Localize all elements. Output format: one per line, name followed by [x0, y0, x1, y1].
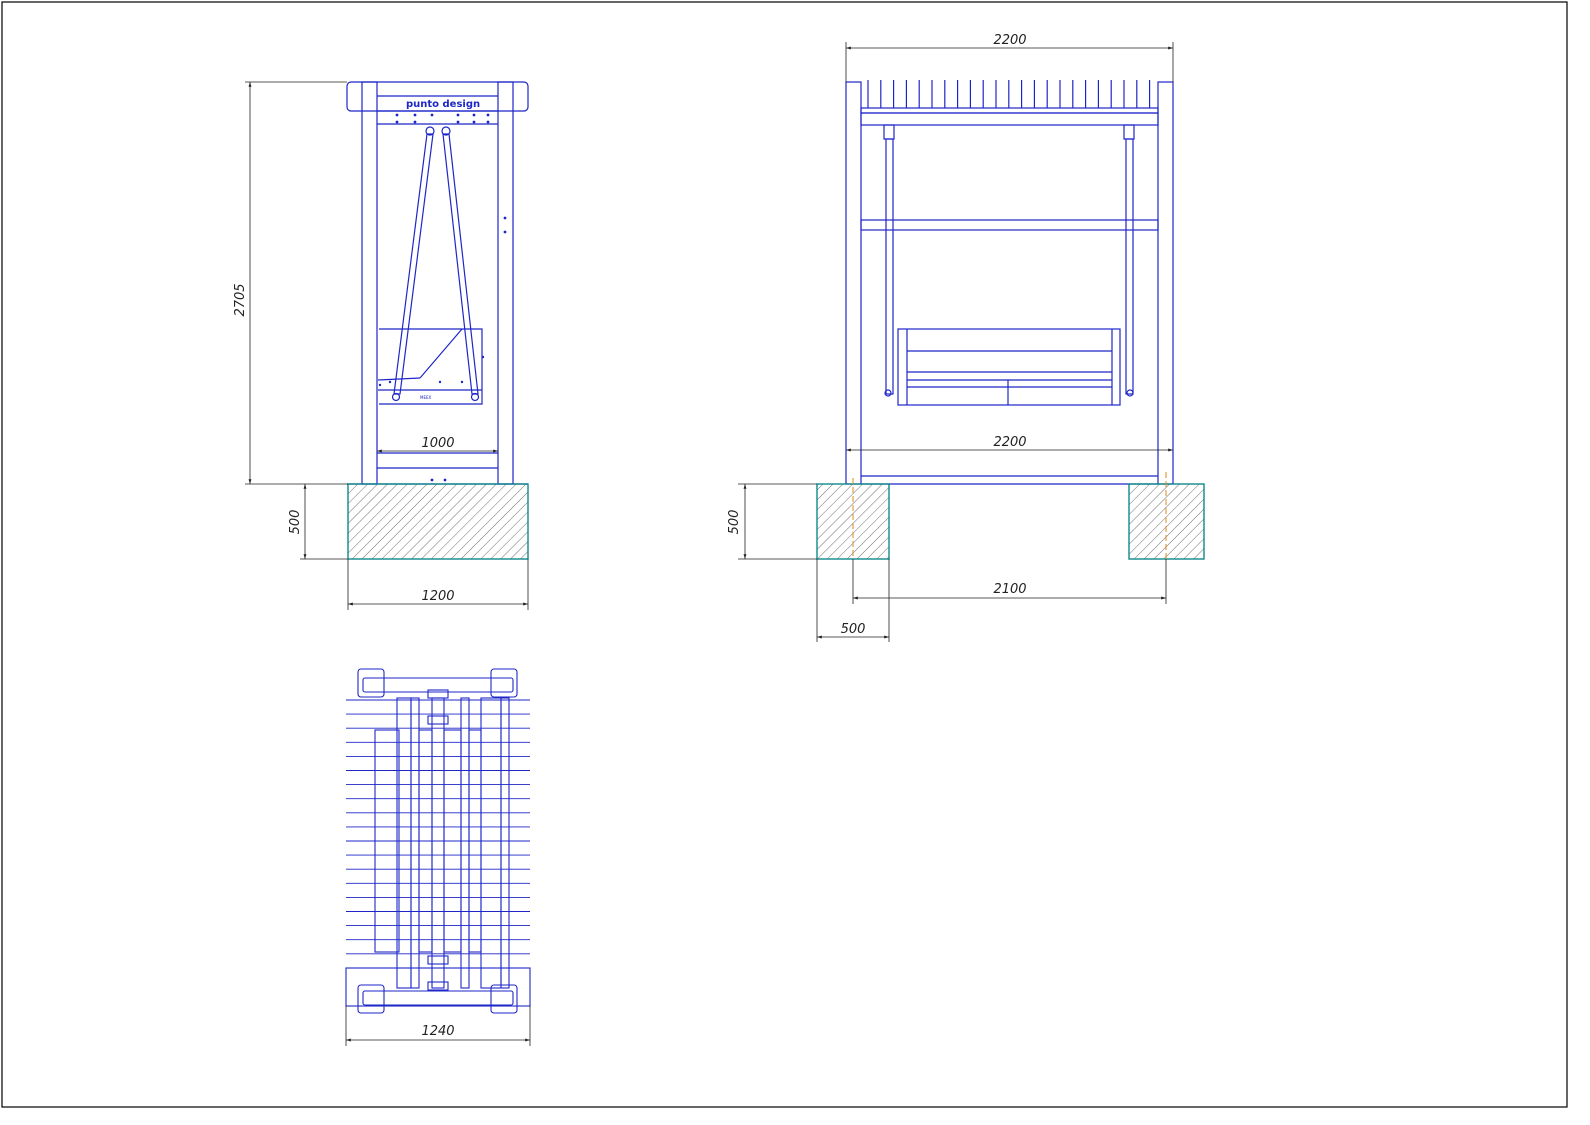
- dim-side-height: 2705: [233, 283, 248, 316]
- front-left-hanger: [885, 138, 894, 395]
- logo-label: punto design: [406, 99, 480, 110]
- front-middle-crossbar: [860, 219, 1159, 231]
- side-left-post: [361, 81, 378, 485]
- front-left-foundation: [816, 483, 890, 560]
- technical-drawing-sheet: punto design MEEX 2705 1000 500 1200 220…: [1, 1, 1568, 1108]
- side-view: [346, 81, 529, 485]
- front-right-hanger: [1125, 138, 1134, 395]
- dim-front-top-width: 2200: [993, 33, 1026, 48]
- dim-front-footing-width: 500: [841, 622, 866, 637]
- dim-side-base-width: 1200: [421, 589, 454, 604]
- front-view: [845, 80, 1174, 485]
- dim-front-inner-width: 2200: [993, 435, 1026, 450]
- plan-view: [345, 668, 531, 1014]
- dim-front-base-height: 500: [727, 510, 742, 535]
- sheet-border: [1, 1, 1568, 1108]
- dim-side-inner-width: 1000: [421, 436, 454, 451]
- bolt-dots: [378, 113, 507, 482]
- side-foundation: [347, 483, 529, 560]
- left-hanger-arm: [393, 133, 434, 395]
- front-right-post: [1157, 81, 1174, 485]
- roof-slats: [867, 80, 1151, 108]
- front-left-post: [845, 81, 862, 485]
- right-hanger-arm: [442, 133, 479, 395]
- dim-front-footing-spacing: 2100: [993, 582, 1026, 597]
- dim-side-base-height: 500: [288, 510, 303, 535]
- dim-plan-width: 1240: [421, 1024, 454, 1039]
- plan-slats: [346, 699, 530, 969]
- front-dimensions: [738, 42, 1174, 642]
- side-right-post: [497, 81, 514, 485]
- small-label: MEEX: [420, 395, 432, 400]
- swing-seat: [897, 328, 1121, 406]
